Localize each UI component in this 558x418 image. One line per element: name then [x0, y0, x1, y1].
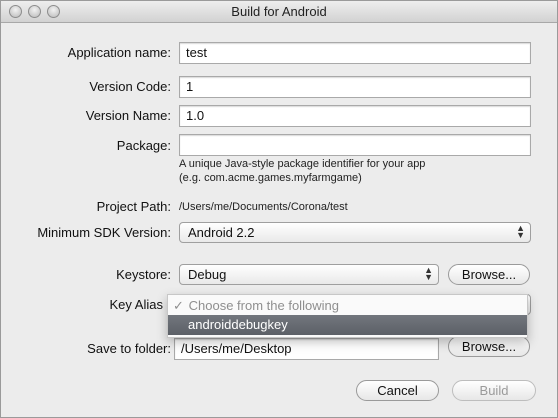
package-field[interactable] [179, 134, 531, 156]
min-sdk-label: Minimum SDK Version: [37, 225, 171, 240]
cancel-button[interactable]: Cancel [356, 380, 439, 401]
save-folder-field[interactable]: /Users/me/Desktop [174, 338, 439, 360]
project-path-label: Project Path: [96, 199, 171, 214]
version-name-label: Version Name: [85, 108, 171, 123]
app-name-label: Application name: [67, 45, 171, 60]
keystore-label: Keystore: [116, 267, 171, 282]
menu-header-label: Choose from the following [188, 298, 339, 313]
save-folder-label: Save to folder: [87, 341, 171, 356]
build-button[interactable]: Build [452, 380, 536, 401]
key-alias-label: Key Alias [109, 297, 163, 312]
updown-arrows-icon: ▲ ▼ [424, 265, 433, 282]
checkmark-icon: ✓ [173, 298, 184, 313]
version-name-field[interactable]: 1.0 [179, 105, 531, 127]
updown-arrows-icon: ▲ ▼ [516, 223, 525, 240]
browse-folder-button[interactable]: Browse... [448, 336, 530, 357]
version-code-label: Version Code: [89, 79, 171, 94]
menu-item-androiddebugkey[interactable]: androiddebugkey [168, 315, 527, 335]
version-code-field[interactable]: 1 [179, 76, 531, 98]
keystore-value: Debug [188, 267, 227, 282]
package-label: Package: [116, 138, 171, 153]
window-title: Build for Android [231, 4, 327, 19]
min-sdk-value: Android 2.2 [188, 225, 255, 240]
build-dialog-window: Build for Android Application name: test… [0, 0, 558, 418]
menu-item-choose-header: ✓ Choose from the following [168, 296, 527, 316]
browse-keystore-button[interactable]: Browse... [448, 264, 530, 285]
min-sdk-popup[interactable]: Android 2.2 ▲ ▼ [179, 222, 531, 243]
title-bar: Build for Android [1, 1, 557, 23]
project-path-value: /Users/me/Documents/Corona/test [179, 201, 348, 213]
package-hint-line2: (e.g. com.acme.games.myfarmgame) [179, 172, 362, 184]
package-hint-line1: A unique Java-style package identifier f… [179, 158, 426, 170]
key-alias-menu: ✓ Choose from the following androiddebug… [167, 294, 528, 338]
keystore-popup[interactable]: Debug ▲ ▼ [179, 264, 439, 285]
app-name-field[interactable]: test [179, 42, 531, 64]
